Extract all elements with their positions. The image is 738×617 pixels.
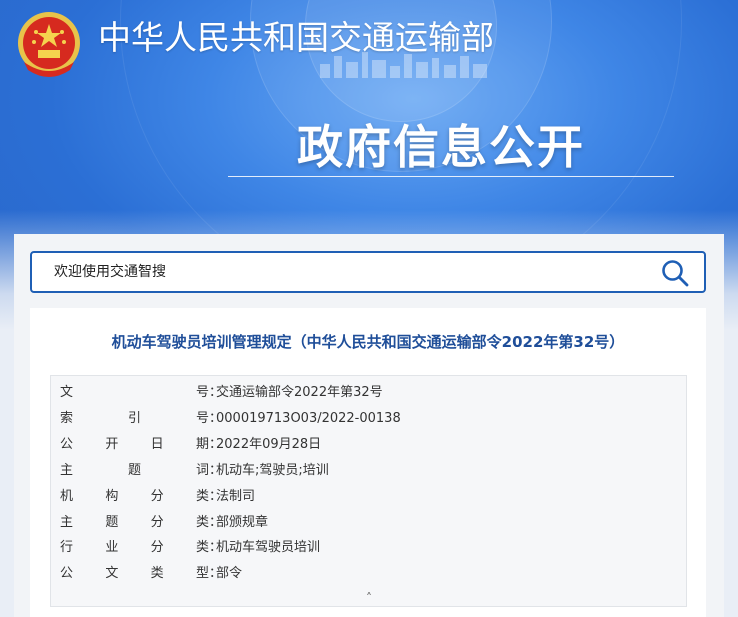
meta-label-char: 业 xyxy=(105,540,119,555)
meta-label-char: 分 xyxy=(150,540,164,555)
meta-value: 部颁规章 xyxy=(216,515,269,530)
meta-label-char: 日 xyxy=(150,437,164,452)
meta-label-char: 词 xyxy=(195,463,209,478)
meta-label-char: 机 xyxy=(60,489,74,504)
meta-label: 文号 xyxy=(60,382,209,404)
meta-label: 公文类型 xyxy=(60,563,209,585)
page-title: 政府信息公开 xyxy=(297,120,585,174)
meta-label-char: 分 xyxy=(150,489,164,504)
meta-value: 交通运输部令2022年第32号 xyxy=(216,385,383,400)
meta-label-char: 引 xyxy=(127,411,141,426)
meta-label-char: 主 xyxy=(60,515,74,530)
ministry-name: 中华人民共和国交通运输部 xyxy=(98,18,494,57)
meta-label-char: 主 xyxy=(60,463,74,478)
meta-label-char: 分 xyxy=(150,515,164,530)
meta-value: 2022年09月28日 xyxy=(216,437,322,452)
meta-label: 主题词 xyxy=(60,460,209,482)
meta-label-char: 类 xyxy=(195,515,209,530)
meta-label: 行业分类 xyxy=(60,537,209,559)
national-emblem-icon xyxy=(18,12,80,77)
meta-label-char: 类 xyxy=(195,540,209,555)
meta-label-char: 题 xyxy=(105,515,119,530)
meta-label-char: 类 xyxy=(150,566,164,581)
meta-label: 主题分类 xyxy=(60,512,209,534)
meta-value: 部令 xyxy=(216,566,243,581)
meta-label: 公开日期 xyxy=(60,434,209,456)
meta-label-char: 文 xyxy=(105,566,119,581)
meta-label: 索引号 xyxy=(60,408,209,430)
meta-label-char: 号 xyxy=(195,411,209,426)
meta-label: 机构分类 xyxy=(60,486,209,508)
meta-label-char: 公 xyxy=(60,437,74,452)
meta-label-char: 文 xyxy=(60,385,74,400)
document-title: 机动车驾驶员培训管理规定（中华人民共和国交通运输部令2022年第32号） xyxy=(111,333,625,351)
meta-label-char: 公 xyxy=(60,566,74,581)
meta-label-char: 构 xyxy=(105,489,119,504)
meta-value: 机动车;驾驶员;培训 xyxy=(216,463,329,478)
meta-label-char: 型 xyxy=(195,566,209,581)
meta-label-char: 开 xyxy=(105,437,119,452)
meta-value: 000019713O03/2022-00138 xyxy=(216,411,401,426)
meta-value: 法制司 xyxy=(216,489,256,504)
meta-value: 机动车驾驶员培训 xyxy=(216,540,321,555)
meta-label-char: 号 xyxy=(195,385,209,400)
title-underline xyxy=(228,176,674,177)
meta-label-char: 类 xyxy=(195,489,209,504)
search-input[interactable]: 欢迎使用交通智搜 xyxy=(30,251,706,293)
meta-label-char: 题 xyxy=(127,463,141,478)
meta-label-char: 行 xyxy=(60,540,74,555)
meta-label-char: 索 xyxy=(60,411,74,426)
meta-label-char: 期 xyxy=(195,437,209,452)
chevron-up-icon[interactable]: ˄ xyxy=(361,591,377,605)
search-icon[interactable] xyxy=(660,258,690,288)
search-input-text[interactable]: 欢迎使用交通智搜 xyxy=(54,253,166,291)
